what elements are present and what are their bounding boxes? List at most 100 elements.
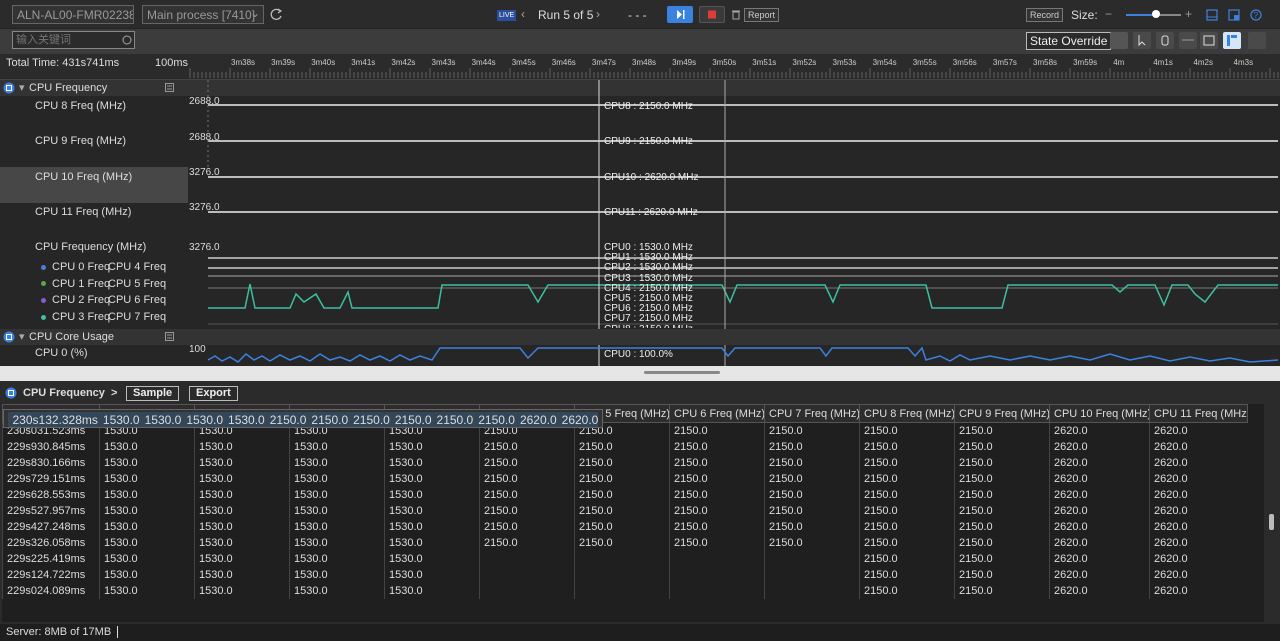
table-cell: 1530.0 <box>289 551 385 567</box>
table-cell: 1530.0 <box>194 535 290 551</box>
table-row[interactable]: 229s729.151ms 1530.0 1530.0 1530.0 1530.0 215… <box>2 471 1248 487</box>
table-cell: 1530.0 <box>99 519 195 535</box>
table-cell: 2150.0 <box>479 519 575 535</box>
table-cell: 2150.0 <box>479 487 575 503</box>
table-cell: 2150.0 <box>954 423 1050 439</box>
table-cell: 2150.0 <box>574 439 670 455</box>
help-icon[interactable]: ? <box>1250 9 1262 21</box>
cpu0-usage-lane-label[interactable]: CPU 0 (%) <box>0 347 188 359</box>
table-cell: 2150.0 <box>859 487 955 503</box>
layout-icon[interactable] <box>1206 9 1218 21</box>
grid-view-icon[interactable] <box>1248 32 1266 49</box>
trash-icon[interactable] <box>731 9 741 20</box>
record-button[interactable]: Record <box>1026 8 1064 22</box>
collapse-chevron-icon[interactable]: ▾ <box>19 330 25 343</box>
table-cell: 2150.0 <box>954 487 1050 503</box>
ruler-tick-label: 3m57s <box>993 58 1017 67</box>
table-cell: 2150.0 <box>479 455 575 471</box>
table-cell: 1530.0 <box>384 455 480 471</box>
table-cell: 2150.0 <box>954 471 1050 487</box>
panel-icon[interactable] <box>1228 9 1240 21</box>
export-button[interactable]: Export <box>189 386 238 401</box>
table-row[interactable]: 229s326.058ms 1530.0 1530.0 1530.0 1530.0 215… <box>2 535 1248 551</box>
time-ruler[interactable]: Total Time: 431s741ms 100ms 3m38s 3m39s 3m… <box>0 54 1280 80</box>
table-cell: 2620.0 <box>1149 567 1248 583</box>
column-header[interactable]: CPU 10 Freq (MHz) <box>1049 404 1150 423</box>
table-cell: 2150.0 <box>859 503 955 519</box>
zoom-box-icon[interactable] <box>1200 32 1218 49</box>
table-cell: 2150.0 <box>764 471 860 487</box>
table-row[interactable]: 229s930.845ms 1530.0 1530.0 1530.0 1530.0 215… <box>2 439 1248 455</box>
column-header[interactable]: CPU 7 Freq (MHz) <box>764 404 860 423</box>
prev-run-icon[interactable]: ‹ <box>521 7 525 21</box>
table-cell: 1530.0 <box>384 551 480 567</box>
table-row[interactable]: 230s132.328ms 1530.0 1530.0 1530.0 1530.0 215… <box>2 409 604 428</box>
table-cell: 2150.0 <box>669 519 765 535</box>
table-cell: 1530.0 <box>194 519 290 535</box>
column-header[interactable]: CPU 6 Freq (MHz) <box>669 404 765 423</box>
state-override-button[interactable]: State Override <box>1026 32 1112 50</box>
timeline-view-icon[interactable] <box>1223 32 1241 49</box>
table-cell: 2620.0 <box>1049 471 1150 487</box>
chevron-down-icon: ⌄ <box>249 6 260 20</box>
device-select[interactable]: ALN-AL00-FMR022382 <box>12 5 134 24</box>
cpu8-tooltip: CPU8 : 2150.0 MHz <box>604 101 693 112</box>
report-button[interactable]: Report <box>744 8 780 22</box>
sample-tab[interactable]: Sample <box>126 386 180 401</box>
process-select[interactable]: Main process [7410] ⌄ <box>142 5 264 24</box>
table-row[interactable]: 229s024.089ms 1530.0 1530.0 1530.0 1530.0 215… <box>2 583 1248 599</box>
table-cell <box>574 567 670 583</box>
next-run-icon[interactable]: › <box>596 7 600 21</box>
table-cell: 2150.0 <box>859 471 955 487</box>
splitter-handle[interactable] <box>644 371 720 374</box>
table-cell: 2150.0 <box>859 519 955 535</box>
refresh-icon[interactable] <box>270 8 283 21</box>
fit-width-icon[interactable] <box>1179 32 1197 49</box>
run-indicator: Run 5 of 5 <box>538 8 594 22</box>
size-slider-track[interactable] <box>1126 10 1181 18</box>
cpu-core-usage-group-header[interactable]: ▾ CPU Core Usage <box>0 329 1280 345</box>
cpu-panel-icon <box>5 387 17 399</box>
table-row[interactable]: 229s527.957ms 1530.0 1530.0 1530.0 1530.0 215… <box>2 503 1248 519</box>
ruler-tick-label: 3m51s <box>752 58 776 67</box>
ruler-tick-label: 3m59s <box>1073 58 1097 67</box>
ruler-tick-label: 3m47s <box>592 58 616 67</box>
pointer-icon[interactable] <box>1133 32 1151 49</box>
table-cell: 2150.0 <box>669 455 765 471</box>
size-decrease-button[interactable]: − <box>1105 7 1112 21</box>
table-row[interactable]: 229s124.722ms 1530.0 1530.0 1530.0 1530.0 215… <box>2 567 1248 583</box>
table-cell: 1530.0 <box>289 503 385 519</box>
column-header[interactable]: CPU 8 Freq (MHz) <box>859 404 955 423</box>
column-header[interactable]: CPU 11 Freq (MHz) <box>1149 404 1248 423</box>
table-cell: 229s527.957ms <box>2 503 100 519</box>
table-cell: 1530.0 <box>384 567 480 583</box>
table-cell: 1530.0 <box>289 567 385 583</box>
hand-icon[interactable] <box>1156 32 1174 49</box>
cpu-core-usage-group-title: CPU Core Usage <box>29 331 114 343</box>
stop-button[interactable] <box>699 6 725 23</box>
scrollbar-thumb[interactable] <box>1269 514 1274 530</box>
step-play-button[interactable] <box>667 6 693 23</box>
table-cell: 2150.0 <box>669 503 765 519</box>
combined-tooltip: CPU0 : 1530.0 MHz CPU1 : 1530.0 MHz CPU2 :… <box>604 243 724 328</box>
panel-splitter[interactable] <box>0 366 1280 381</box>
table-cell: 1530.0 <box>384 519 480 535</box>
size-increase-button[interactable]: + <box>1185 7 1192 21</box>
table-row[interactable]: 229s830.166ms 1530.0 1530.0 1530.0 1530.0 215… <box>2 455 1248 471</box>
table-row[interactable]: 229s628.553ms 1530.0 1530.0 1530.0 1530.0 215… <box>2 487 1248 503</box>
column-header[interactable]: CPU 9 Freq (MHz) <box>954 404 1050 423</box>
table-row[interactable]: 229s427.248ms 1530.0 1530.0 1530.0 1530.0 215… <box>2 519 1248 535</box>
pin-icon[interactable] <box>1110 32 1128 49</box>
search-input[interactable] <box>12 31 135 49</box>
table-cell: 1530.0 <box>384 503 480 519</box>
table-scrollbar[interactable] <box>1266 404 1278 622</box>
status-bar: Server: 8MB of 17MB <box>0 624 1280 641</box>
table-cell <box>764 583 860 599</box>
table-cell: 1530.0 <box>194 503 290 519</box>
table-cell: 1530.0 <box>99 551 195 567</box>
size-slider-handle[interactable] <box>1152 10 1161 18</box>
table-row[interactable]: 229s225.419ms 1530.0 1530.0 1530.0 1530.0 215… <box>2 551 1248 567</box>
table-cell: 2620.0 <box>1149 503 1248 519</box>
list-icon[interactable] <box>165 332 174 341</box>
live-badge[interactable]: LIVE <box>497 10 517 21</box>
